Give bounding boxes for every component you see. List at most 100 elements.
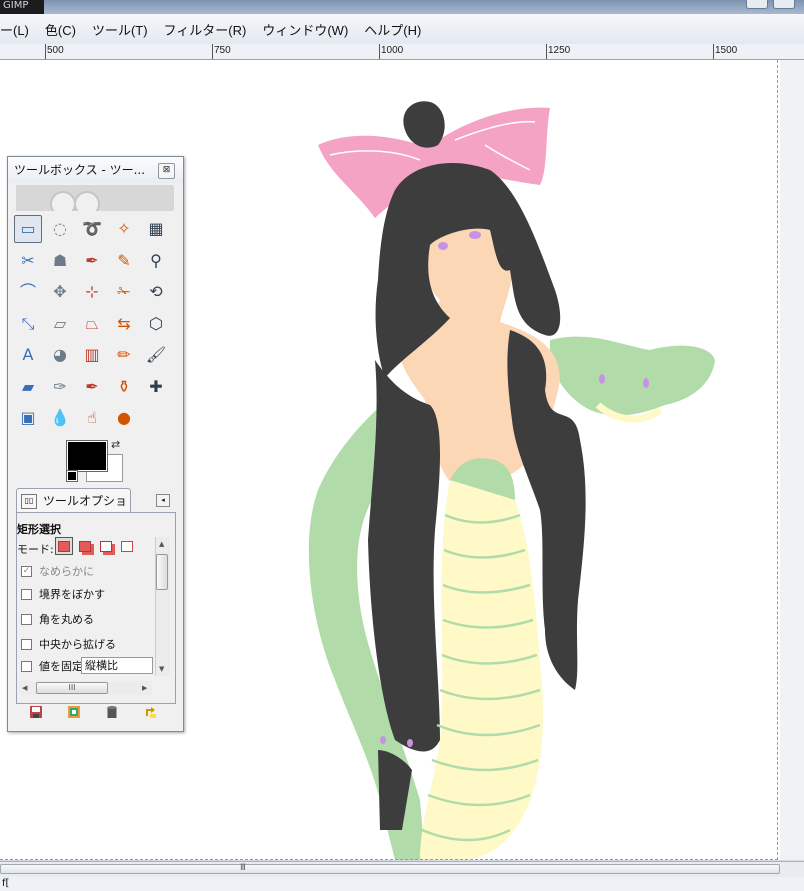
foreground-color-swatch[interactable] [66, 440, 108, 472]
shear-icon[interactable]: ▱ [46, 310, 74, 338]
tab-menu-icon[interactable]: ◂ [156, 494, 170, 507]
checkbox[interactable] [21, 660, 32, 672]
smudge-icon[interactable]: ☝ [78, 404, 106, 432]
mode-replace-button[interactable] [55, 537, 73, 555]
option-label: なめらかに [39, 565, 94, 578]
option-label: 値を固定 [39, 660, 83, 673]
mode-subtract-button[interactable] [97, 537, 115, 555]
delete-options-icon[interactable] [103, 704, 121, 720]
minimize-button[interactable] [746, 0, 768, 9]
horizontal-ruler[interactable]: 500 750 1000 1250 1500 [0, 44, 804, 60]
checkbox[interactable]: ✓ [21, 565, 32, 577]
options-vertical-scrollbar-thumb[interactable] [156, 554, 168, 590]
eraser-icon[interactable]: ▰ [14, 373, 42, 401]
maximize-button[interactable] [773, 0, 795, 9]
swap-colors-icon[interactable]: ⇄ [111, 438, 120, 451]
airbrush-icon[interactable]: ✑ [46, 373, 74, 401]
tool-options-heading: 矩形選択 [17, 523, 61, 536]
mode-label: モード: [17, 543, 54, 556]
status-text: f[ [2, 878, 10, 889]
wilber-eye-icon [74, 191, 100, 211]
color-picker-icon[interactable]: ✎ [110, 247, 138, 275]
menu-bar: ー(L) 色(C) ツール(T) フィルター(R) ウィンドウ(W) ヘルプ(H… [0, 14, 804, 45]
scrollbar-grip-icon: III [240, 863, 246, 873]
blur-icon[interactable]: 💧 [46, 404, 74, 432]
checkbox[interactable] [21, 638, 32, 650]
fuzzy-select-icon[interactable]: ✧ [110, 215, 138, 243]
foreground-select-icon[interactable]: ☗ [46, 247, 74, 275]
canvas-edge-bottom [0, 859, 778, 860]
dodge-burn-icon[interactable]: ● [110, 404, 138, 432]
menu-layer[interactable]: ー(L) [0, 20, 37, 39]
wilber-drop-area[interactable] [16, 185, 174, 211]
fixed-mode-select[interactable]: 縦横比 [81, 657, 153, 674]
ruler-label: 750 [214, 45, 231, 56]
toolbox-title-bar[interactable]: ツールボックス - ツー... ⊠ [8, 157, 183, 183]
menu-filters[interactable]: フィルター(R) [156, 20, 255, 39]
options-horizontal-scrollbar-thumb[interactable]: III [36, 682, 108, 694]
move-icon[interactable]: ✥ [46, 278, 74, 306]
canvas-gutter [780, 60, 804, 860]
option-label: 境界をぼかす [39, 588, 105, 601]
option-antialias[interactable]: ✓ なめらかに [21, 562, 94, 580]
horizontal-scrollbar-thumb[interactable] [0, 864, 780, 874]
checkbox[interactable] [21, 613, 32, 625]
ruler-tick [379, 44, 380, 59]
ruler-label: 500 [47, 45, 64, 56]
clone-icon[interactable]: ⚱ [110, 373, 138, 401]
flip-icon[interactable]: ⇆ [110, 310, 138, 338]
save-options-icon[interactable] [27, 704, 45, 720]
app-title: GIMP [0, 0, 44, 14]
toolbox-title: ツールボックス - ツー... [14, 163, 146, 177]
scroll-left-icon[interactable]: ◀ [22, 684, 27, 692]
option-rounded-corners[interactable]: 角を丸める [21, 610, 94, 628]
reset-options-icon[interactable] [142, 704, 160, 720]
scroll-down-icon[interactable]: ▼ [159, 665, 164, 673]
tab-tool-options[interactable]: ▯▯ ツールオプション [16, 488, 131, 532]
snake-belly [420, 475, 543, 860]
rotate-icon[interactable]: ⟲ [142, 278, 170, 306]
tool-options-icon: ▯▯ [21, 494, 37, 509]
option-expand-from-center[interactable]: 中央から拡げる [21, 635, 116, 653]
text-icon[interactable]: A [14, 341, 42, 369]
menu-tools[interactable]: ツール(T) [84, 20, 156, 39]
bucket-fill-icon[interactable]: ◕ [46, 341, 74, 369]
restore-options-icon[interactable] [65, 704, 83, 720]
ellipse-select-icon[interactable]: ◌ [46, 215, 74, 243]
color-select-icon[interactable]: ▦ [142, 215, 170, 243]
mode-add-button[interactable] [76, 537, 94, 555]
wilber-eye-icon [50, 191, 76, 211]
menu-help[interactable]: ヘルプ(H) [356, 20, 429, 39]
measure-icon[interactable]: ⌒ [14, 278, 42, 306]
heal-icon[interactable]: ✚ [142, 373, 170, 401]
menu-windows[interactable]: ウィンドウ(W) [254, 20, 356, 39]
title-bar [0, 0, 804, 14]
option-fixed[interactable]: 値を固定 [21, 657, 83, 675]
close-icon[interactable]: ⊠ [158, 163, 175, 179]
scroll-right-icon[interactable]: ▶ [142, 684, 147, 692]
paths-icon[interactable]: ✒ [78, 247, 106, 275]
scissors-icon[interactable]: ✂ [14, 247, 42, 275]
perspective-clone-icon[interactable]: ▣ [14, 404, 42, 432]
crop-icon[interactable]: ✁ [110, 278, 138, 306]
scale-icon[interactable]: ⤡ [14, 310, 42, 338]
cage-icon[interactable]: ⬡ [142, 310, 170, 338]
pencil-icon[interactable]: ✏ [110, 341, 138, 369]
zoom-icon[interactable]: ⚲ [142, 247, 170, 275]
reset-colors-icon[interactable] [66, 470, 78, 482]
ink-icon[interactable]: ✒ [78, 373, 106, 401]
perspective-icon[interactable]: ⏢ [78, 310, 106, 338]
ruler-label: 1000 [381, 45, 404, 56]
lasso-icon[interactable]: ➰ [78, 215, 106, 243]
mode-intersect-button[interactable] [118, 537, 136, 555]
ruler-tick [713, 44, 714, 59]
option-label: 角を丸める [39, 613, 94, 626]
align-icon[interactable]: ⊹ [78, 278, 106, 306]
option-feather-edges[interactable]: 境界をぼかす [21, 585, 105, 603]
blend-icon[interactable]: ▥ [78, 341, 106, 369]
paintbrush-icon[interactable]: 🖌 [142, 341, 170, 369]
menu-colors[interactable]: 色(C) [37, 20, 84, 39]
rect-select-icon[interactable]: ▭ [14, 215, 42, 243]
scroll-up-icon[interactable]: ▲ [159, 540, 164, 548]
checkbox[interactable] [21, 588, 32, 600]
